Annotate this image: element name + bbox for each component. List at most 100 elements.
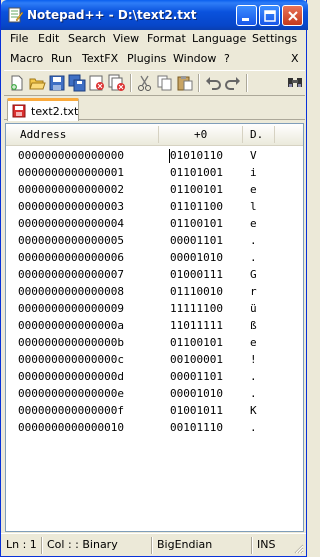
row-character[interactable]: . <box>250 234 257 247</box>
menu-settings[interactable]: Settings <box>252 32 297 45</box>
save-icon[interactable] <box>48 74 66 92</box>
menu-format[interactable]: Format <box>147 32 186 45</box>
hex-row[interactable]: 0000000000000010 00101110. <box>6 420 303 437</box>
redo-icon[interactable] <box>224 74 242 92</box>
row-binary-value[interactable]: 01001011 <box>170 404 223 417</box>
row-character[interactable]: r <box>250 285 257 298</box>
close-all-icon[interactable] <box>108 74 126 92</box>
find-icon[interactable] <box>286 74 304 92</box>
row-character[interactable]: G <box>250 268 257 281</box>
hex-row[interactable]: 000000000000000b 01100101 e <box>6 335 303 352</box>
row-binary-value[interactable]: 00001010 <box>170 387 223 400</box>
row-binary-value[interactable]: 00001101 <box>170 234 223 247</box>
menu-window[interactable]: Window <box>173 52 216 65</box>
minimize-icon <box>242 18 249 21</box>
menu-textfx[interactable]: TextFX <box>82 52 118 65</box>
row-binary-value[interactable]: 01100101 <box>170 183 223 196</box>
hex-row[interactable]: 000000000000000a 11011111 ß <box>6 318 303 335</box>
row-character[interactable]: ß <box>250 319 257 332</box>
menu-language[interactable]: Language <box>192 32 246 45</box>
menu-run[interactable]: Run <box>51 52 72 65</box>
row-character[interactable]: K <box>250 404 257 417</box>
row-character[interactable]: e <box>250 336 257 349</box>
open-file-icon[interactable] <box>28 74 46 92</box>
close-icon <box>288 11 298 21</box>
row-character[interactable]: e <box>250 183 257 196</box>
menu-file[interactable]: File <box>10 32 28 45</box>
hex-row[interactable]: 0000000000000000 01010110 V <box>6 148 303 165</box>
row-character[interactable]: e <box>250 217 257 230</box>
row-binary-value[interactable]: 01101001 <box>170 166 223 179</box>
row-binary-value[interactable]: 00100001 <box>170 353 223 366</box>
toolbar <box>4 70 305 96</box>
row-binary-value[interactable]: 01010110 <box>170 149 223 162</box>
save-all-icon[interactable] <box>68 74 86 92</box>
header-divider <box>274 126 275 143</box>
hex-editor[interactable]: Address +0 D. 0000000000000000 01010110 V 0… <box>5 123 304 532</box>
copy-icon[interactable] <box>156 74 174 92</box>
hex-row[interactable]: 0000000000000002 01100101 e <box>6 182 303 199</box>
row-binary-value[interactable]: 01110010 <box>170 285 223 298</box>
menu-macro[interactable]: Macro <box>10 52 43 65</box>
row-character[interactable]: . <box>250 421 257 434</box>
row-character[interactable]: . <box>250 251 257 264</box>
close-file-icon[interactable] <box>88 74 106 92</box>
notepad-window: Notepad++ - D:\text2.txt File Edit Searc… <box>0 0 308 557</box>
hex-row[interactable]: 0000000000000007 01000111 G <box>6 267 303 284</box>
row-binary-value[interactable]: 00101110 <box>170 421 223 434</box>
menu-help[interactable]: ? <box>224 52 230 65</box>
hex-row[interactable]: 0000000000000006 00001010. <box>6 250 303 267</box>
title-bar[interactable]: Notepad++ - D:\text2.txt <box>1 0 308 30</box>
menu-view[interactable]: View <box>113 32 139 45</box>
hex-row[interactable]: 000000000000000c 00100001! <box>6 352 303 369</box>
row-address: 0000000000000001 <box>18 166 124 179</box>
row-binary-value[interactable]: 11111100 <box>170 302 223 315</box>
hex-row[interactable]: 0000000000000008 01110010 r <box>6 284 303 301</box>
hex-row[interactable]: 000000000000000e 00001010. <box>6 386 303 403</box>
tab-text2[interactable]: text2.txt <box>7 98 79 121</box>
file-modified-icon <box>12 104 26 118</box>
row-character[interactable]: . <box>250 370 257 383</box>
hex-row[interactable]: 0000000000000005 00001101. <box>6 233 303 250</box>
header-divider <box>242 126 243 143</box>
close-document-x[interactable]: X <box>291 52 299 65</box>
row-character[interactable]: . <box>250 387 257 400</box>
row-address: 0000000000000004 <box>18 217 124 230</box>
hex-row[interactable]: 0000000000000004 01100101 e <box>6 216 303 233</box>
hex-row[interactable]: 0000000000000001 01101001 i <box>6 165 303 182</box>
row-binary-value[interactable]: 00001101 <box>170 370 223 383</box>
row-address: 0000000000000003 <box>18 200 124 213</box>
close-button[interactable] <box>282 5 303 26</box>
cut-icon[interactable] <box>136 74 154 92</box>
row-binary-value[interactable]: 11011111 <box>170 319 223 332</box>
row-character[interactable]: ! <box>250 353 257 366</box>
row-binary-value[interactable]: 01100101 <box>170 336 223 349</box>
menu-search[interactable]: Search <box>68 32 106 45</box>
resize-grip-icon[interactable] <box>293 543 304 554</box>
row-binary-value[interactable]: 00001010 <box>170 251 223 264</box>
text-caret <box>169 149 170 163</box>
hex-row[interactable]: 000000000000000f 01001011 K <box>6 403 303 420</box>
row-address: 000000000000000b <box>18 336 124 349</box>
row-character[interactable]: V <box>250 149 257 162</box>
row-binary-value[interactable]: 01100101 <box>170 217 223 230</box>
toolbar-separator <box>198 74 200 92</box>
row-binary-value[interactable]: 01101100 <box>170 200 223 213</box>
status-line: Ln : 1 <box>6 538 37 551</box>
row-address: 0000000000000006 <box>18 251 124 264</box>
status-column: Col : : Binary <box>47 538 118 551</box>
hex-row[interactable]: 0000000000000003 01101100 l <box>6 199 303 216</box>
row-character[interactable]: l <box>250 200 257 213</box>
undo-icon[interactable] <box>204 74 222 92</box>
minimize-button[interactable] <box>236 5 257 26</box>
menu-edit[interactable]: Edit <box>38 32 59 45</box>
hex-row[interactable]: 0000000000000009 11111100 ü <box>6 301 303 318</box>
row-character[interactable]: ü <box>250 302 257 315</box>
menu-plugins[interactable]: Plugins <box>127 52 166 65</box>
row-character[interactable]: i <box>250 166 257 179</box>
hex-row[interactable]: 000000000000000d 00001101. <box>6 369 303 386</box>
maximize-button[interactable] <box>259 5 280 26</box>
paste-icon[interactable] <box>176 74 194 92</box>
new-file-icon[interactable] <box>8 74 26 92</box>
row-binary-value[interactable]: 01000111 <box>170 268 223 281</box>
